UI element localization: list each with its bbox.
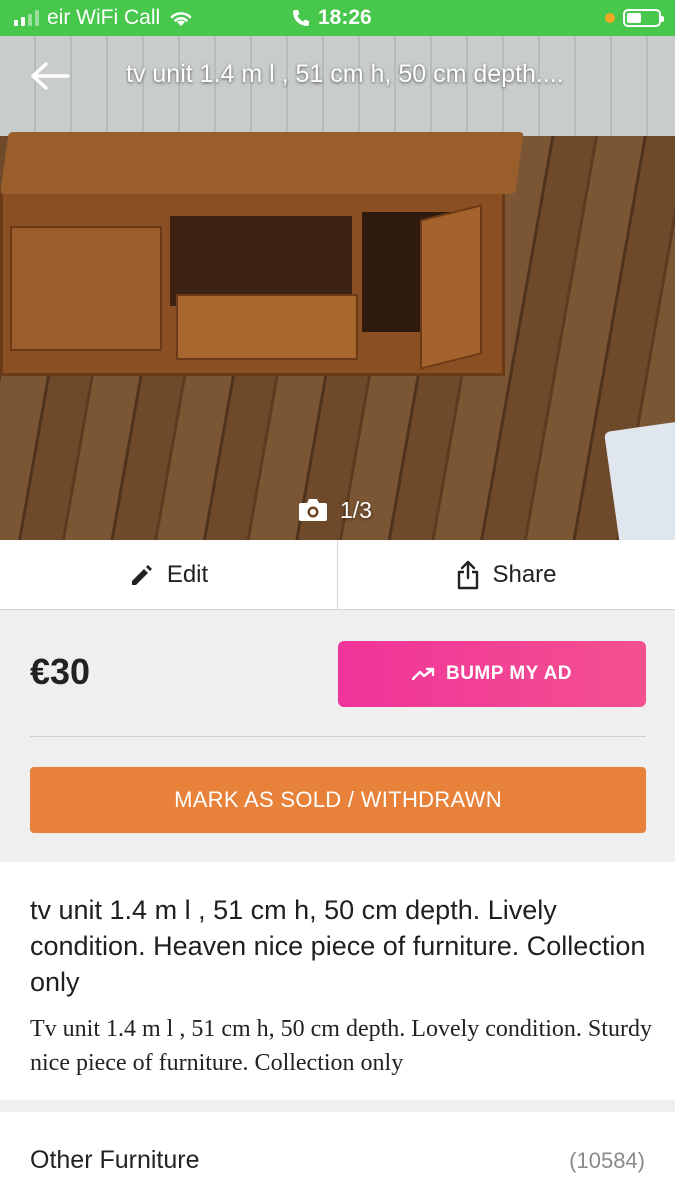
bump-label: BUMP MY AD bbox=[445, 663, 573, 684]
divider bbox=[30, 736, 646, 737]
call-indicator[interactable]: 18:26 bbox=[292, 6, 372, 30]
description-section: tv unit 1.4 m l , 51 cm h, 50 cm depth. … bbox=[0, 862, 675, 1100]
phone-icon bbox=[293, 10, 309, 26]
trending-up-icon bbox=[411, 667, 435, 681]
carrier-info: eir WiFi Call bbox=[14, 6, 194, 30]
photo-title: tv unit 1.4 m l , 51 cm h, 50 cm depth..… bbox=[126, 60, 564, 88]
edit-label: Edit bbox=[166, 560, 209, 588]
wifi-icon bbox=[170, 12, 192, 26]
status-bar: eir WiFi Call 18:26 bbox=[0, 0, 675, 36]
listing-description: Tv unit 1.4 m l , 51 cm h, 50 cm depth. … bbox=[30, 1016, 652, 1076]
privacy-dot-icon bbox=[605, 13, 615, 23]
category-name: Other Furniture bbox=[30, 1146, 200, 1174]
share-icon bbox=[458, 560, 479, 589]
price-section: €30 BUMP MY AD MARK AS SOLD / WITHDRAWN bbox=[0, 611, 675, 861]
photo-counter-label: 1/3 bbox=[340, 496, 372, 523]
listing-title: tv unit 1.4 m l , 51 cm h, 50 cm depth. … bbox=[30, 895, 646, 997]
signal-icon bbox=[14, 10, 39, 26]
arrow-left-icon bbox=[31, 62, 70, 90]
status-right bbox=[605, 8, 664, 28]
category-row[interactable]: Other Furniture (10584) bbox=[0, 1112, 675, 1200]
pencil-icon bbox=[131, 564, 152, 585]
bump-ad-button[interactable]: BUMP MY AD bbox=[338, 641, 646, 707]
battery-icon bbox=[623, 9, 664, 27]
mark-sold-label: MARK AS SOLD / WITHDRAWN bbox=[174, 787, 502, 812]
price: €30 bbox=[30, 651, 91, 692]
edit-button[interactable]: Edit bbox=[0, 540, 337, 609]
category-count: (10584) bbox=[569, 1148, 645, 1173]
listing-photo[interactable] bbox=[0, 36, 675, 540]
mark-sold-button[interactable]: MARK AS SOLD / WITHDRAWN bbox=[30, 767, 646, 833]
carrier-label: eir WiFi Call bbox=[47, 6, 161, 29]
photo-counter[interactable]: 1/3 bbox=[298, 494, 372, 526]
clock: 18:26 bbox=[318, 6, 372, 29]
share-button[interactable]: Share bbox=[337, 540, 675, 609]
back-button[interactable] bbox=[30, 58, 70, 94]
camera-icon bbox=[299, 499, 327, 521]
action-bar: Edit Share bbox=[0, 540, 675, 610]
share-label: Share bbox=[492, 560, 557, 588]
